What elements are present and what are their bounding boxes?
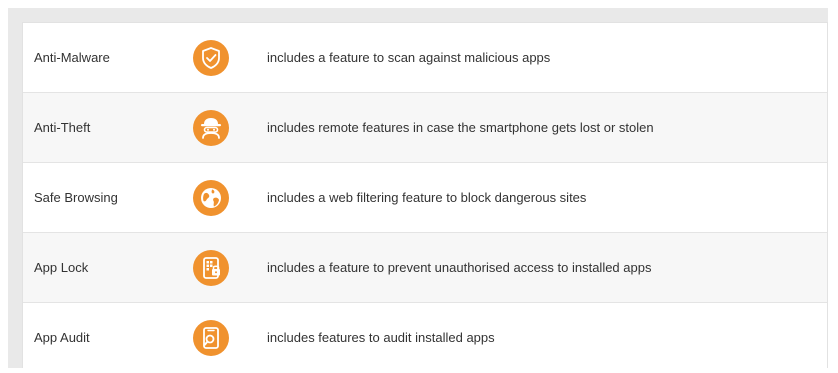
thief-icon [193, 110, 229, 146]
feature-description: includes a feature to prevent unauthoris… [267, 260, 652, 275]
page-frame: Anti-Malware includes a feature to scan … [8, 8, 828, 368]
feature-name: Anti-Theft [34, 120, 91, 135]
feature-description: includes a web filtering feature to bloc… [267, 190, 587, 205]
table-row: Anti-Theft includes remote features in c… [23, 93, 827, 163]
globe-icon [193, 180, 229, 216]
shield-check-icon [193, 40, 229, 76]
app-lock-icon [193, 250, 229, 286]
feature-description: includes features to audit installed app… [267, 330, 495, 345]
table-row: App Audit includes features to audit ins… [23, 303, 827, 373]
feature-name: Anti-Malware [34, 50, 110, 65]
table-row: Safe Browsing includes a web filtering f… [23, 163, 827, 233]
feature-name: Safe Browsing [34, 190, 118, 205]
feature-table: Anti-Malware includes a feature to scan … [22, 22, 828, 368]
table-row: App Lock includes a feature to prevent u… [23, 233, 827, 303]
feature-description: includes a feature to scan against malic… [267, 50, 551, 65]
table-row: Anti-Malware includes a feature to scan … [23, 23, 827, 93]
app-audit-icon [193, 320, 229, 356]
feature-description: includes remote features in case the sma… [267, 120, 654, 135]
feature-name: App Audit [34, 330, 90, 345]
feature-name: App Lock [34, 260, 89, 275]
